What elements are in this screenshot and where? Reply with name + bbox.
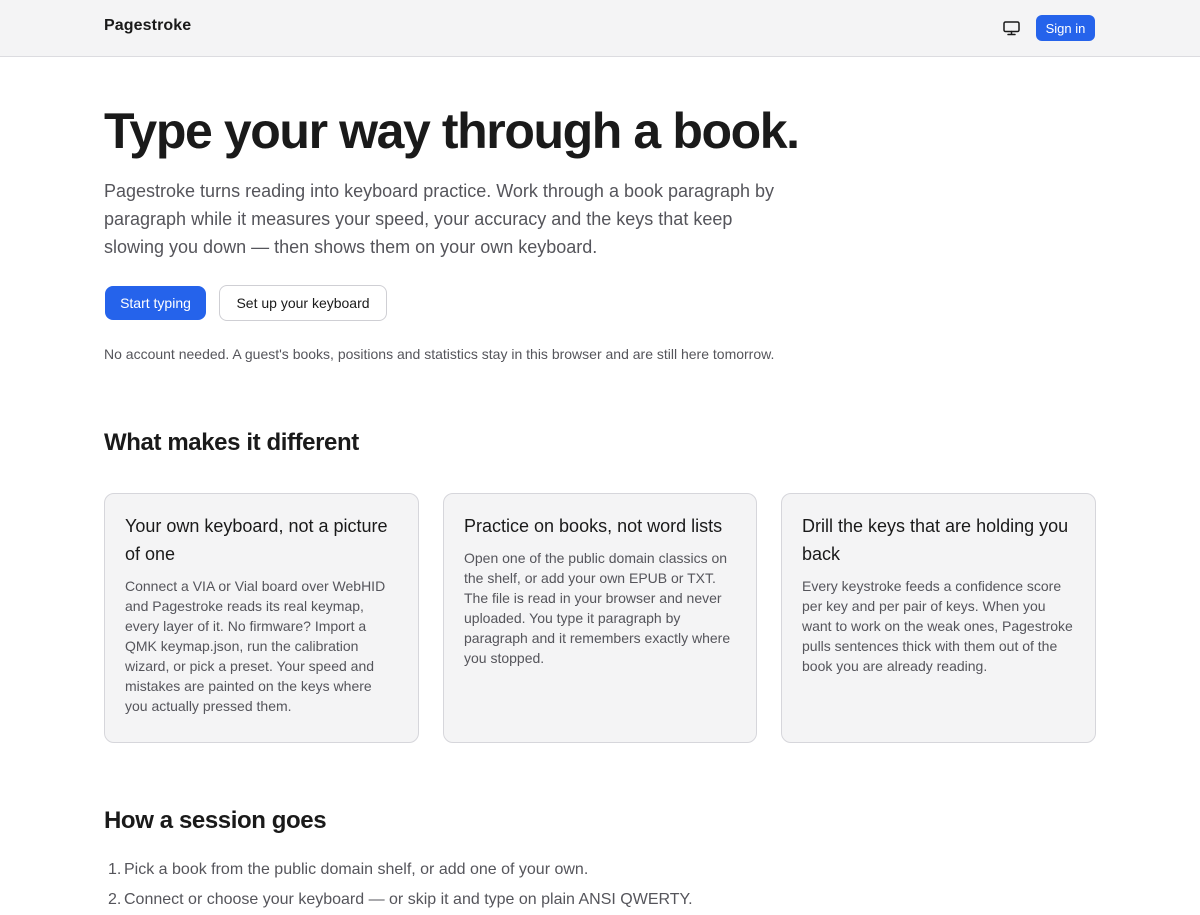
set-up-keyboard-button[interactable]: Set up your keyboard (219, 285, 387, 321)
display-mode-button[interactable] (999, 16, 1023, 40)
features-section-title: What makes it different (104, 429, 359, 456)
list-item: 1. Pick a book from the public domain sh… (104, 855, 1004, 885)
step-text: Connect or choose your keyboard — or ski… (124, 891, 693, 908)
feature-card-body: Every keystroke feeds a confidence score… (802, 578, 1073, 674)
feature-card-title: Your own keyboard, not a picture of one (125, 516, 388, 564)
step-number: 1. (108, 861, 122, 878)
guest-note: No account needed. A guest's books, posi… (104, 346, 775, 362)
step-number: 2. (108, 891, 122, 908)
hero-title: Type your way through a book. (104, 103, 800, 159)
feature-card-books: Practice on books, not word lists Open o… (443, 493, 757, 743)
feature-card-title: Practice on books, not word lists (464, 516, 723, 536)
top-nav-bar: Pagestroke Sign in (0, 0, 1200, 57)
feature-card-body: Connect a VIA or Vial board over WebHID … (125, 578, 386, 714)
feature-card-body: Open one of the public domain classics o… (464, 550, 731, 666)
session-section-title: How a session goes (104, 807, 327, 834)
hero-lead-paragraph: Pagestroke turns reading into keyboard p… (104, 181, 775, 257)
feature-card-title: Drill the keys that are holding you back (802, 516, 1069, 564)
list-item: 2. Connect or choose your keyboard — or … (104, 885, 1004, 915)
monitor-icon (1002, 20, 1020, 35)
feature-card-keyboard: Your own keyboard, not a picture of one … (104, 493, 419, 743)
session-steps-list: 1. Pick a book from the public domain sh… (104, 855, 1004, 915)
feature-card-drills: Drill the keys that are holding you back… (781, 493, 1096, 743)
start-typing-button[interactable]: Start typing (105, 286, 206, 320)
step-text: Pick a book from the public domain shelf… (124, 861, 589, 878)
sign-in-button[interactable]: Sign in (1036, 15, 1095, 41)
brand-logo-text[interactable]: Pagestroke (104, 17, 191, 35)
